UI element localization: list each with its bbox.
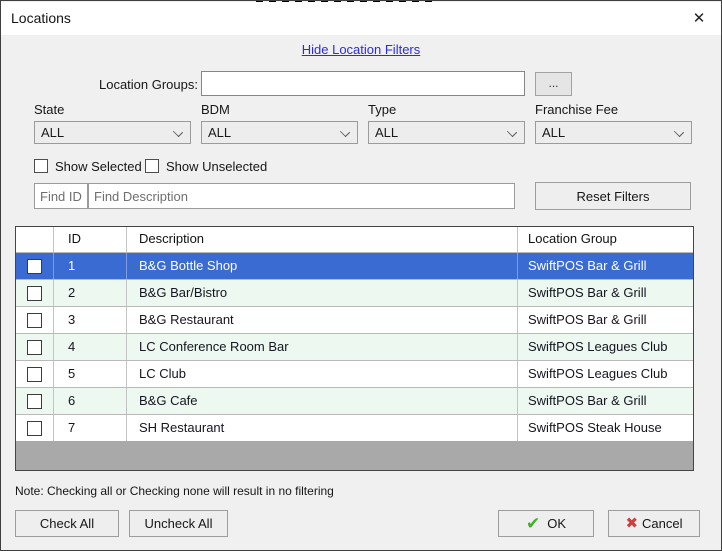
cell-location-group: SwiftPOS Leagues Club (518, 361, 693, 387)
header-checkbox-column[interactable] (16, 227, 54, 252)
chevron-down-icon (675, 128, 683, 136)
table-row[interactable]: 2 B&G Bar/Bistro SwiftPOS Bar & Grill (16, 279, 693, 306)
state-dropdown[interactable]: ALL (34, 121, 191, 144)
table-row[interactable]: 3 B&G Restaurant SwiftPOS Bar & Grill (16, 306, 693, 333)
bdm-label: BDM (201, 102, 230, 117)
cell-id: 4 (54, 334, 127, 360)
table-row[interactable]: 4 LC Conference Room Bar SwiftPOS League… (16, 333, 693, 360)
bdm-dropdown[interactable]: ALL (201, 121, 358, 144)
row-checkbox-cell (16, 280, 54, 306)
red-cross-icon: ✖ (625, 516, 638, 531)
header-description[interactable]: Description (127, 227, 518, 252)
state-dropdown-value: ALL (41, 125, 64, 140)
cell-id: 2 (54, 280, 127, 306)
cancel-button[interactable]: ✖ Cancel (608, 510, 700, 537)
reset-filters-button[interactable]: Reset Filters (535, 182, 691, 210)
franchise-fee-label: Franchise Fee (535, 102, 618, 117)
header-id[interactable]: ID (54, 227, 127, 252)
cell-id: 7 (54, 415, 127, 441)
cell-description: B&G Restaurant (127, 307, 518, 333)
cell-description: B&G Cafe (127, 388, 518, 414)
titlebar[interactable]: Locations ✕ (1, 2, 721, 35)
check-all-button[interactable]: Check All (15, 510, 119, 537)
uncheck-all-button[interactable]: Uncheck All (129, 510, 228, 537)
row-checkbox[interactable] (27, 313, 42, 328)
cancel-label: Cancel (642, 516, 682, 531)
cell-location-group: SwiftPOS Bar & Grill (518, 307, 693, 333)
cell-id: 5 (54, 361, 127, 387)
row-checkbox[interactable] (27, 421, 42, 436)
browse-button[interactable]: ... (535, 72, 572, 96)
row-checkbox[interactable] (27, 259, 42, 274)
cell-location-group: SwiftPOS Bar & Grill (518, 280, 693, 306)
table-row[interactable]: 6 B&G Cafe SwiftPOS Bar & Grill (16, 387, 693, 414)
table-body: 1 B&G Bottle Shop SwiftPOS Bar & Grill 2… (16, 252, 693, 441)
state-label: State (34, 102, 64, 117)
row-checkbox-cell (16, 388, 54, 414)
franchise-fee-dropdown-value: ALL (542, 125, 565, 140)
filtering-note: Note: Checking all or Checking none will… (15, 484, 334, 498)
check-all-label: Check All (40, 516, 94, 531)
cell-location-group: SwiftPOS Steak House (518, 415, 693, 441)
find-description-input[interactable] (88, 183, 515, 209)
show-unselected-checkbox[interactable] (145, 159, 159, 173)
find-id-input[interactable] (34, 183, 88, 209)
cell-location-group: SwiftPOS Leagues Club (518, 334, 693, 360)
cell-description: SH Restaurant (127, 415, 518, 441)
cell-id: 6 (54, 388, 127, 414)
row-checkbox-cell (16, 307, 54, 333)
type-dropdown[interactable]: ALL (368, 121, 525, 144)
row-checkbox[interactable] (27, 367, 42, 382)
location-groups-label: Location Groups: (31, 77, 198, 92)
row-checkbox-cell (16, 361, 54, 387)
hide-location-filters-link[interactable]: Hide Location Filters (302, 42, 421, 57)
chevron-down-icon (508, 128, 516, 136)
cell-description: LC Conference Room Bar (127, 334, 518, 360)
type-label: Type (368, 102, 396, 117)
cell-location-group: SwiftPOS Bar & Grill (518, 253, 693, 279)
header-location-group[interactable]: Location Group (518, 227, 693, 252)
franchise-fee-dropdown[interactable]: ALL (535, 121, 692, 144)
row-checkbox[interactable] (27, 340, 42, 355)
table-row[interactable]: 7 SH Restaurant SwiftPOS Steak House (16, 414, 693, 441)
cell-description: B&G Bar/Bistro (127, 280, 518, 306)
chevron-down-icon (341, 128, 349, 136)
table-row[interactable]: 5 LC Club SwiftPOS Leagues Club (16, 360, 693, 387)
show-selected-checkbox[interactable] (34, 159, 48, 173)
row-checkbox-cell (16, 415, 54, 441)
chevron-down-icon (174, 128, 182, 136)
show-selected-label: Show Selected (55, 159, 142, 174)
ok-button[interactable]: ✔ OK (498, 510, 594, 537)
bdm-dropdown-value: ALL (208, 125, 231, 140)
ok-label: OK (547, 516, 566, 531)
cell-id: 3 (54, 307, 127, 333)
row-checkbox-cell (16, 334, 54, 360)
reset-filters-label: Reset Filters (577, 189, 650, 204)
window-title: Locations (11, 10, 71, 26)
table-header-row: ID Description Location Group (16, 227, 693, 252)
close-icon[interactable]: ✕ (687, 8, 711, 30)
table-row[interactable]: 1 B&G Bottle Shop SwiftPOS Bar & Grill (16, 252, 693, 279)
row-checkbox-cell (16, 253, 54, 279)
green-check-icon: ✔ (526, 515, 540, 532)
type-dropdown-value: ALL (375, 125, 398, 140)
locations-table: ID Description Location Group 1 B&G Bott… (15, 226, 694, 471)
show-unselected-label: Show Unselected (166, 159, 267, 174)
row-checkbox[interactable] (27, 394, 42, 409)
locations-dialog: Locations ✕ Hide Location Filters Locati… (0, 0, 722, 551)
row-checkbox[interactable] (27, 286, 42, 301)
cell-location-group: SwiftPOS Bar & Grill (518, 388, 693, 414)
uncheck-all-label: Uncheck All (145, 516, 213, 531)
cell-description: B&G Bottle Shop (127, 253, 518, 279)
location-groups-input[interactable] (201, 71, 525, 96)
cell-id: 1 (54, 253, 127, 279)
cell-description: LC Club (127, 361, 518, 387)
hide-location-filters-link-row: Hide Location Filters (1, 42, 721, 57)
